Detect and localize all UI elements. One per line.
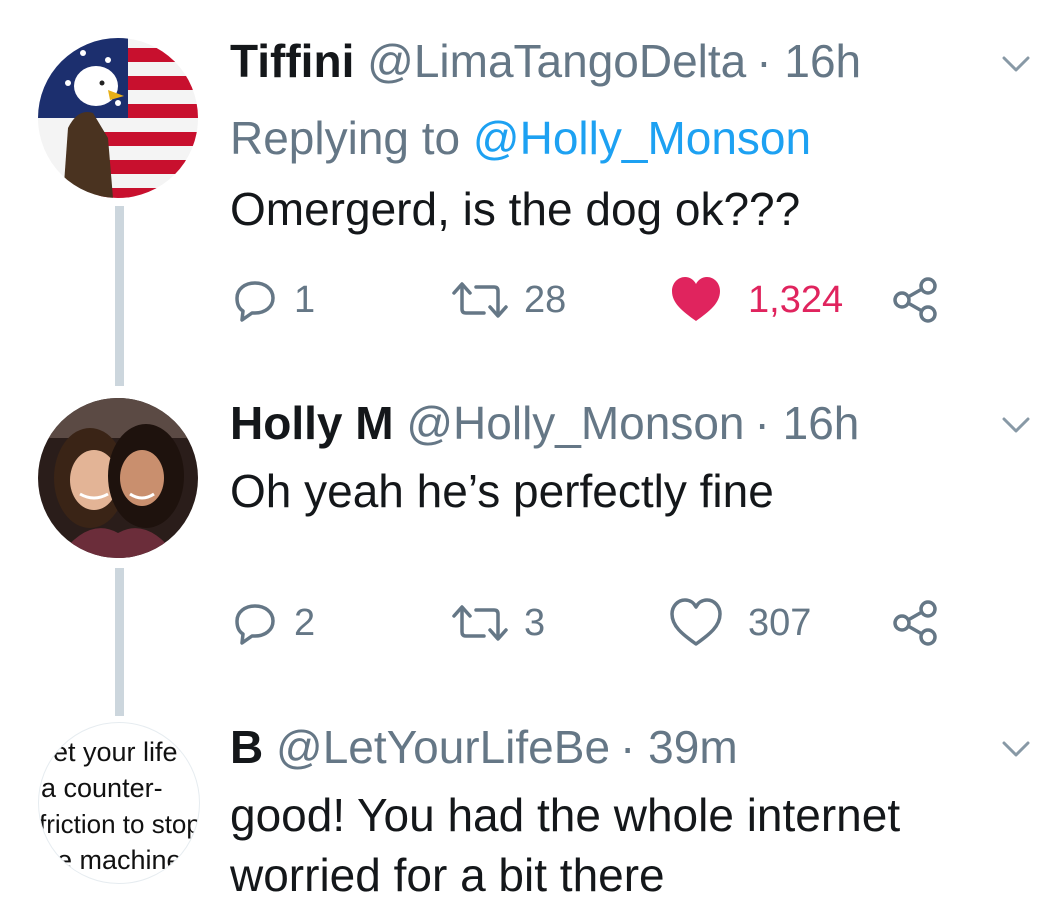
replying-to-label: Replying to — [230, 112, 461, 164]
avatar-text-line-2: a counter- — [41, 773, 163, 803]
avatar-tiffini[interactable] — [38, 38, 198, 198]
avatar-text-line-1: et your life — [53, 737, 178, 767]
tweet-actions: 1 28 1,324 — [230, 275, 950, 325]
separator-dot: · — [756, 35, 772, 87]
reply-icon — [235, 281, 275, 322]
thread-line-2 — [115, 568, 124, 716]
like-button[interactable]: 1,324 — [670, 275, 843, 325]
retweet-count: 3 — [524, 601, 546, 644]
user-handle[interactable]: @LetYourLifeBe — [276, 721, 610, 773]
tweet-header: Holly M @Holly_Monson · 16h — [230, 400, 859, 446]
tweet-actions: 2 3 307 — [230, 598, 950, 648]
timestamp[interactable]: 39m — [648, 721, 737, 773]
retweet-button[interactable]: 3 — [450, 598, 545, 648]
chevron-down-icon[interactable] — [998, 52, 1034, 76]
tweet-text: Omergerd, is the dog ok??? — [230, 183, 801, 235]
like-count: 307 — [748, 601, 812, 644]
tweet-header: Tiffini @LimaTangoDelta · 16h — [230, 38, 861, 84]
display-name[interactable]: Holly M — [230, 397, 394, 449]
share-icon — [893, 600, 937, 646]
avatar-holly[interactable] — [38, 398, 198, 558]
avatar-text-line-4: e machine — [57, 845, 182, 875]
like-count: 1,324 — [748, 278, 844, 321]
reply-button[interactable]: 2 — [230, 598, 315, 648]
reply-count: 1 — [294, 278, 316, 321]
reply-button[interactable]: 1 — [230, 275, 315, 325]
timestamp[interactable]: 16h — [784, 35, 861, 87]
user-handle[interactable]: @LimaTangoDelta — [367, 35, 746, 87]
retweet-icon — [452, 282, 508, 318]
share-icon — [893, 277, 937, 323]
share-button[interactable] — [890, 275, 940, 325]
retweet-button[interactable]: 28 — [450, 275, 566, 325]
reply-icon — [235, 604, 275, 645]
like-button[interactable]: 307 — [670, 598, 811, 648]
user-handle[interactable]: @Holly_Monson — [406, 397, 744, 449]
timestamp[interactable]: 16h — [783, 397, 860, 449]
chevron-down-icon[interactable] — [998, 413, 1034, 437]
replying-to-handle-link[interactable]: @Holly_Monson — [473, 112, 811, 164]
tweet-header: B @LetYourLifeBe · 39m — [230, 724, 738, 770]
tweet-text: good! You had the whole internet worried… — [230, 789, 901, 901]
heart-icon — [670, 598, 722, 646]
share-button[interactable] — [890, 598, 940, 648]
separator-dot: · — [620, 721, 636, 773]
thread-line-1 — [115, 206, 124, 386]
tweet-text: Oh yeah he’s perfectly fine — [230, 465, 774, 517]
retweet-count: 28 — [524, 278, 567, 321]
two-women-photo-avatar-image — [38, 398, 198, 558]
display-name[interactable]: B — [230, 721, 263, 773]
replying-to-line: Replying to @Holly_Monson — [230, 115, 811, 161]
reply-count: 2 — [294, 601, 316, 644]
chevron-down-icon[interactable] — [998, 737, 1034, 761]
retweet-icon — [452, 605, 508, 641]
separator-dot: · — [754, 397, 770, 449]
avatar-text-line-3: friction to stop — [39, 809, 200, 839]
avatar-b[interactable]: et your life a counter- friction to stop… — [38, 722, 200, 884]
eagle-flag-avatar-image — [38, 38, 198, 198]
display-name[interactable]: Tiffini — [230, 35, 354, 87]
heart-icon — [672, 277, 720, 321]
